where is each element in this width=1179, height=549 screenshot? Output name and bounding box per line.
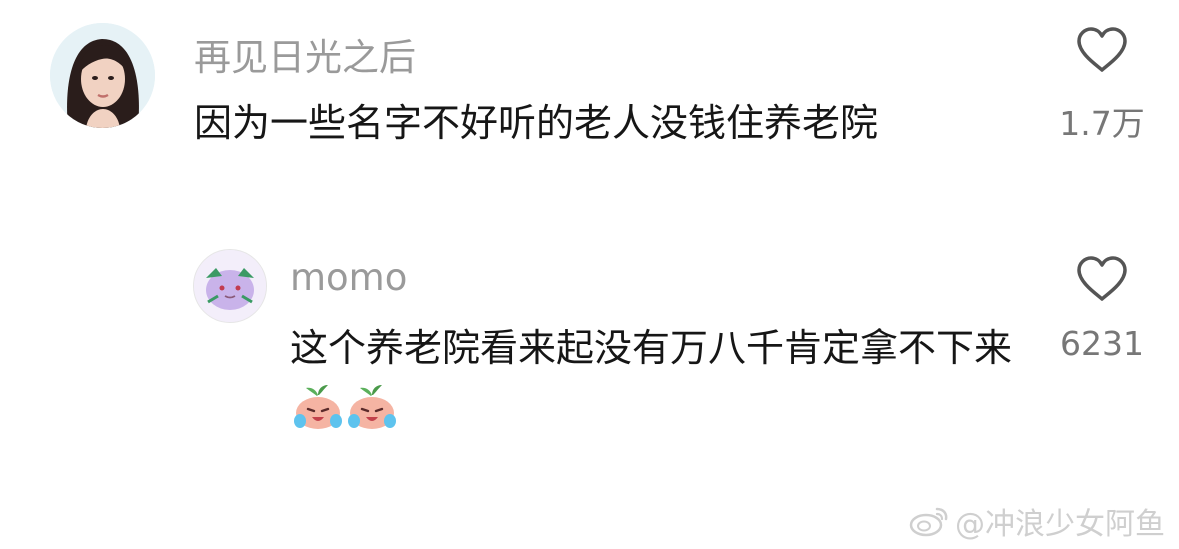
purple-cartoon-avatar-icon xyxy=(194,250,266,322)
like-count: 6231 xyxy=(1060,324,1144,363)
like-button[interactable] xyxy=(1063,256,1141,306)
woman-portrait-avatar-icon xyxy=(50,23,155,128)
heart-outline-icon xyxy=(1077,256,1127,301)
watermark: @冲浪少女阿鱼 xyxy=(909,499,1165,543)
watermark-text: @冲浪少女阿鱼 xyxy=(955,507,1165,542)
comment-text: 这个养老院看来起没有万八千肯定拿不下来 xyxy=(290,317,1030,449)
comment-text-content: 这个养老院看来起没有万八千肯定拿不下来 xyxy=(290,326,1013,370)
heart-outline-icon xyxy=(1077,27,1127,72)
avatar[interactable] xyxy=(193,249,267,323)
comment-text: 因为一些名字不好听的老人没钱住养老院 xyxy=(194,101,879,145)
like-count: 1.7万 xyxy=(1059,104,1145,143)
username[interactable]: 再见日光之后 xyxy=(194,27,416,81)
crying-peach-emoji xyxy=(292,381,344,449)
username[interactable]: momo xyxy=(290,256,407,299)
crying-peach-emoji xyxy=(346,381,398,449)
weibo-logo-icon xyxy=(909,507,948,537)
like-button[interactable] xyxy=(1063,27,1141,77)
avatar[interactable] xyxy=(50,23,155,128)
